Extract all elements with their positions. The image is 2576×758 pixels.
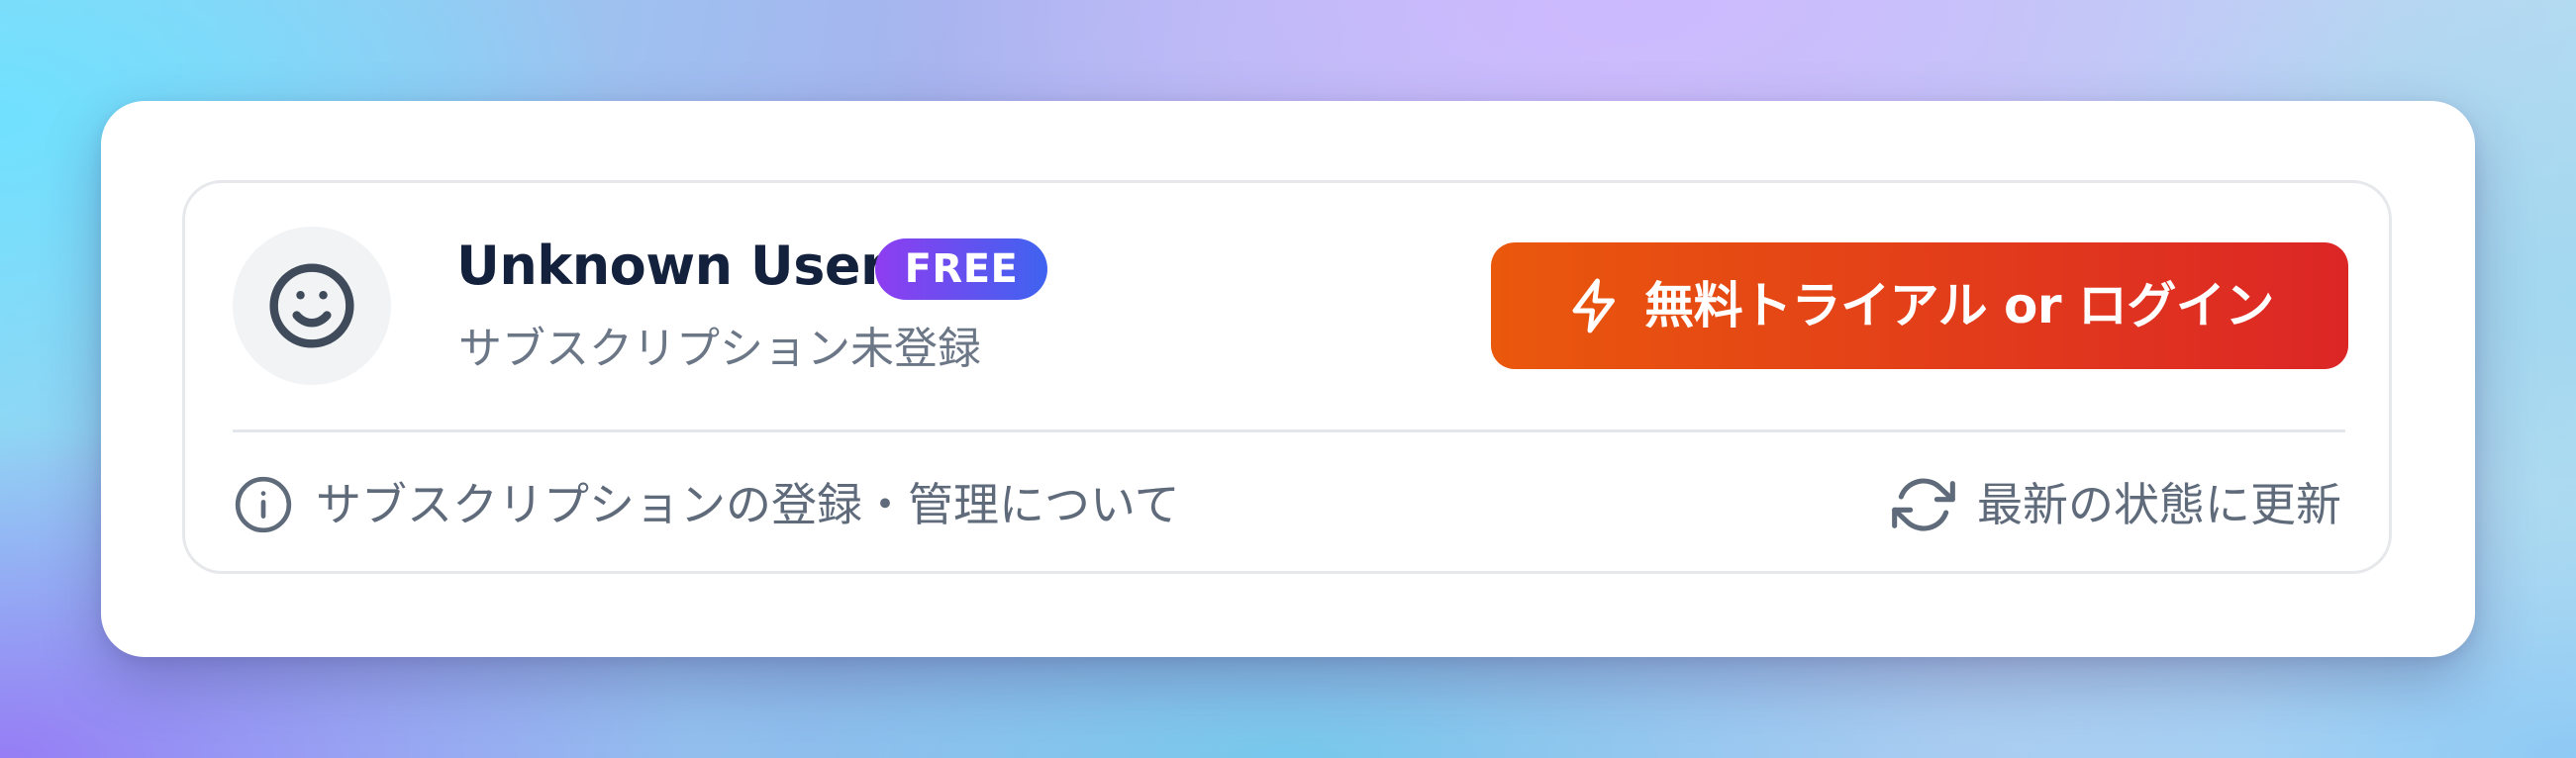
account-status-card: Unknown User FREE サブスクリプション未登録 無料トライアル o… <box>101 101 2475 657</box>
refresh-status-label: 最新の状態に更新 <box>1977 478 2341 531</box>
free-trial-or-login-button[interactable]: 無料トライアル or ログイン <box>1491 242 2348 369</box>
subscription-info-link[interactable]: サブスクリプションの登録・管理について <box>233 470 1180 539</box>
refresh-icon <box>1892 473 1955 536</box>
lightning-bolt-icon <box>1565 276 1625 335</box>
refresh-status-button[interactable]: 最新の状態に更新 <box>1892 470 2341 539</box>
subscription-info-label: サブスクリプションの登録・管理について <box>316 478 1180 531</box>
divider <box>233 429 2345 432</box>
user-status-panel: Unknown User FREE サブスクリプション未登録 無料トライアル o… <box>182 180 2392 574</box>
cta-label: 無料トライアル or ログイン <box>1644 277 2274 334</box>
smiley-face-icon <box>266 260 357 351</box>
plan-badge: FREE <box>875 238 1047 300</box>
avatar <box>233 227 391 385</box>
user-name: Unknown User <box>456 235 887 297</box>
info-circle-icon <box>233 474 294 535</box>
subscription-status-text: サブスクリプション未登録 <box>458 324 981 374</box>
